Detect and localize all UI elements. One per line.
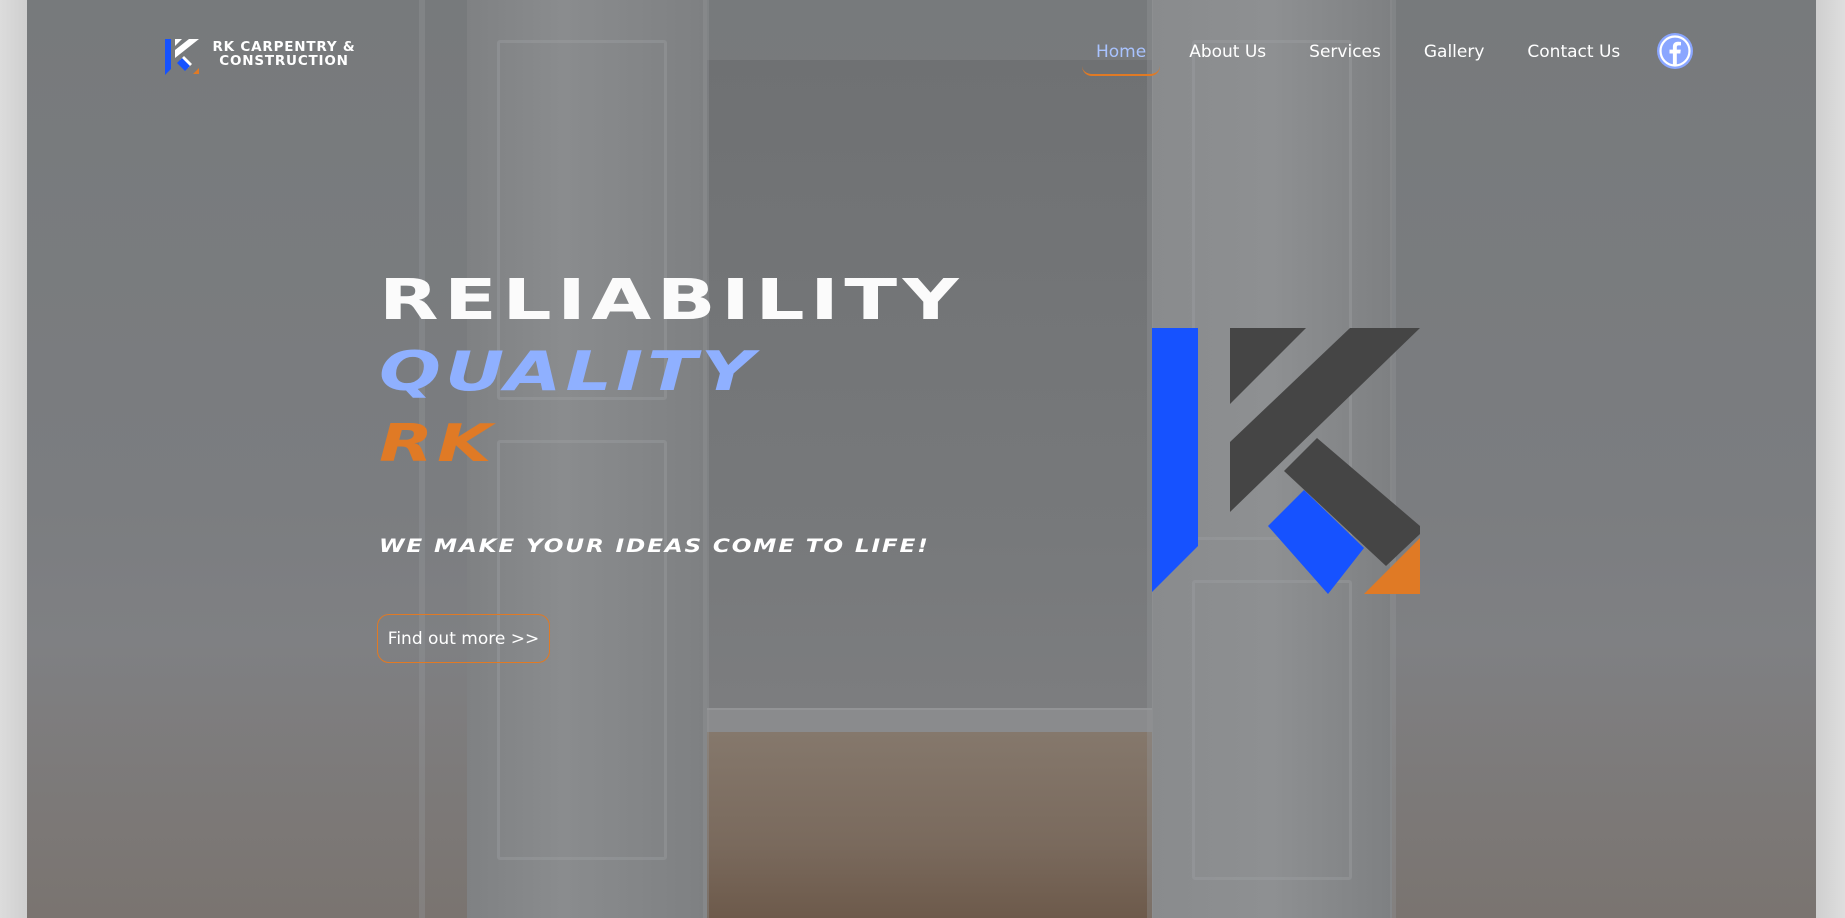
logo-line-2: CONSTRUCTION [219, 53, 349, 69]
site-logo-text[interactable]: RK CARPENTRY & CONSTRUCTION [209, 40, 359, 68]
nav-about-us[interactable]: About Us [1189, 42, 1266, 62]
background-door-left [467, 0, 707, 918]
right-margin [1816, 0, 1845, 918]
main-nav: Home About Us Services Gallery Contact U… [1082, 42, 1663, 76]
nav-home[interactable]: Home [1082, 42, 1161, 76]
find-out-more-button[interactable]: Find out more >> [377, 614, 550, 663]
facebook-icon[interactable] [1656, 32, 1694, 70]
hero-heading-line-2: QUALITY [379, 340, 758, 403]
nav-active-indicator [1082, 66, 1161, 76]
hero-heading-line-3: RK [379, 414, 496, 474]
nav-home-label: Home [1096, 42, 1147, 62]
nav-gallery[interactable]: Gallery [1424, 42, 1485, 62]
hero-tagline: WE MAKE YOUR IDEAS COME TO LIFE! [379, 535, 930, 557]
rk-logo-icon [165, 39, 199, 75]
rk-monogram-icon [1152, 328, 1420, 594]
background-baseboard [707, 708, 1177, 732]
nav-services[interactable]: Services [1309, 42, 1381, 62]
nav-contact-us[interactable]: Contact Us [1527, 42, 1620, 62]
logo-line-1: RK CARPENTRY & [212, 39, 356, 55]
background-floor [707, 732, 1177, 918]
left-margin [0, 0, 27, 918]
hero-section: RK CARPENTRY & CONSTRUCTION Home About U… [27, 0, 1816, 918]
hero-heading-line-1: RELIABILITY [379, 268, 965, 333]
background-wall [707, 60, 1177, 740]
